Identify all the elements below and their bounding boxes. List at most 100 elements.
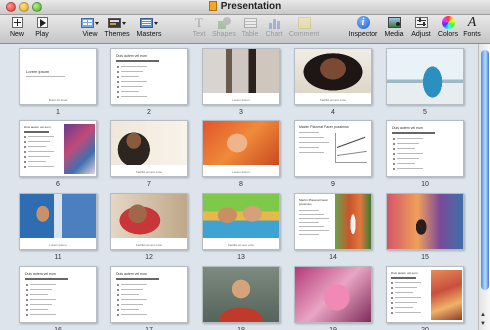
- play-button[interactable]: Play: [31, 16, 53, 43]
- slide-text-line: [299, 218, 329, 219]
- slide-thumbnail[interactable]: Facilisi at vero eros: [294, 48, 372, 105]
- slide-title-line: [25, 278, 69, 280]
- slide-cell[interactable]: Duis autem vel eum20: [386, 266, 464, 330]
- bullet-text-line: [30, 284, 56, 285]
- bullet-text-line: [121, 284, 147, 285]
- adjust-label: Adjust: [411, 31, 431, 38]
- slide-thumbnail[interactable]: [386, 48, 464, 105]
- keynote-window: Presentation New Play View Themes Master…: [0, 0, 490, 330]
- bullet-dot: [117, 314, 119, 316]
- slide-thumbnail[interactable]: Mazim Placerat Facer possimus: [294, 193, 372, 250]
- table-button[interactable]: Table: [239, 16, 261, 43]
- chart-button[interactable]: Chart: [263, 16, 285, 43]
- slide-thumbnail[interactable]: Mazim Placerat Facer possimus: [294, 120, 372, 177]
- slide-cell[interactable]: Duis autem vel eum 10: [386, 120, 464, 190]
- new-label: New: [9, 31, 24, 38]
- media-button[interactable]: Media: [382, 16, 406, 43]
- slide-thumbnail[interactable]: Facilisi at vero eros: [110, 120, 188, 177]
- scroll-down-icon[interactable]: ▼: [480, 321, 486, 328]
- bullet-text-line: [28, 136, 54, 137]
- new-button[interactable]: New: [6, 16, 28, 43]
- slide-thumbnail[interactable]: Duis autem vel eum: [110, 266, 188, 323]
- bullet-text-line: [121, 314, 147, 315]
- slide-thumbnail[interactable]: Lorem ipsum: [19, 193, 97, 250]
- slide-title-line: [392, 132, 436, 134]
- adjust-button[interactable]: Adjust: [408, 16, 434, 43]
- inspector-button[interactable]: i Inspector: [346, 16, 380, 43]
- slide-cell[interactable]: Facilisi at vero eros 7: [110, 120, 188, 190]
- slide-thumbnail[interactable]: Duis autem vel eum: [19, 266, 97, 323]
- bullet-text-line: [121, 71, 143, 72]
- slide-cell[interactable]: Facilisi at vero eros 12: [110, 193, 188, 263]
- colors-button[interactable]: Colors: [436, 16, 460, 43]
- shapes-label: Shapes: [212, 31, 236, 38]
- slide-thumbnail[interactable]: Duis autem vel eum: [386, 266, 464, 323]
- slide-text-line: [299, 234, 319, 235]
- bullet-text-line: [30, 304, 52, 305]
- slide-number: 13: [237, 254, 245, 261]
- slide-cell[interactable]: 18: [202, 266, 280, 330]
- bullet-text-line: [395, 302, 417, 303]
- fonts-button[interactable]: A Fonts: [461, 16, 483, 43]
- title-bar[interactable]: Presentation: [0, 0, 490, 15]
- slide-thumbnail[interactable]: Lorem ipsum Dolor sit amet: [19, 48, 97, 105]
- bullet-text-line: [30, 289, 52, 290]
- bullet-dot: [24, 151, 26, 153]
- slide-thumbnail[interactable]: Facilisi at vero eros: [202, 193, 280, 250]
- themes-button[interactable]: Themes: [104, 16, 130, 43]
- slide-cell[interactable]: Duis autem vel eum16: [19, 266, 97, 330]
- slide-cell[interactable]: Duis autem vel eum 2: [110, 48, 188, 118]
- slide-cell[interactable]: Facilisi at vero eros 4: [294, 48, 372, 118]
- masters-button[interactable]: Masters: [133, 16, 165, 43]
- bullet-dot: [24, 166, 26, 168]
- slide-thumbnail[interactable]: [202, 266, 280, 323]
- scroll-up-icon[interactable]: ▲: [480, 312, 486, 319]
- view-button[interactable]: View: [78, 16, 102, 43]
- slide-cell[interactable]: 15: [386, 193, 464, 263]
- shapes-button[interactable]: Shapes: [211, 16, 237, 43]
- slide-cell[interactable]: Lorem ipsum 11: [19, 193, 97, 263]
- slide-number: 8: [239, 181, 243, 188]
- bullet-dot: [117, 96, 119, 98]
- bullet-text-line: [121, 289, 143, 290]
- slide-cell[interactable]: Mazim Placerat Facer possimus 9: [294, 120, 372, 190]
- bullet-dot: [117, 91, 119, 93]
- slide-thumbnail[interactable]: [386, 193, 464, 250]
- slide-cell[interactable]: Lorem ipsum 3: [202, 48, 280, 118]
- slide-cell[interactable]: Duis autem vel eum17: [110, 266, 188, 330]
- info-icon: i: [356, 16, 371, 30]
- comment-button[interactable]: Comment: [287, 16, 321, 43]
- slide-photo: [335, 194, 371, 249]
- slide-cell[interactable]: Lorem ipsum 8: [202, 120, 280, 190]
- bullet-text-line: [121, 299, 147, 300]
- slide-number: 11: [54, 254, 62, 261]
- slide-caption: Facilisi at vero eros: [136, 243, 162, 247]
- slide-cell[interactable]: 5: [386, 48, 464, 118]
- bullet-dot: [26, 314, 28, 316]
- text-button[interactable]: T Text: [189, 16, 209, 43]
- slide-thumbnail[interactable]: Duis autem vel eum: [386, 120, 464, 177]
- slide-cell[interactable]: Mazim Placerat Facer possimus 14: [294, 193, 372, 263]
- slide-photo: [64, 124, 95, 174]
- slide-thumbnail[interactable]: Duis autem vel eum: [110, 48, 188, 105]
- slide-grid[interactable]: Lorem ipsum Dolor sit amet 1 Duis autem vel…: [0, 44, 478, 330]
- window-title: Presentation: [220, 1, 282, 12]
- slide-cell[interactable]: Lorem ipsum Dolor sit amet 1: [19, 48, 97, 118]
- slide-cell[interactable]: Facilisi at vero eros 13: [202, 193, 280, 263]
- slide-photo: [295, 49, 371, 93]
- slide-thumbnail[interactable]: Facilisi at vero eros: [110, 193, 188, 250]
- slide-thumbnail[interactable]: Lorem ipsum: [202, 120, 280, 177]
- slide-photo: [203, 267, 279, 322]
- vertical-scrollbar[interactable]: ▲ ▼: [478, 44, 490, 330]
- bullet-text-line: [397, 153, 423, 154]
- bullet-text-line: [28, 156, 50, 157]
- slide-thumbnail[interactable]: Duis autem vel eum: [19, 120, 97, 177]
- slide-text-line: [299, 137, 324, 138]
- slide-thumbnail[interactable]: Lorem ipsum: [202, 48, 280, 105]
- slide-thumbnail[interactable]: [294, 266, 372, 323]
- slide-cell[interactable]: 19: [294, 266, 372, 330]
- slide-cell[interactable]: Duis autem vel eum 6: [19, 120, 97, 190]
- inspector-label: Inspector: [348, 31, 378, 38]
- slide-number: 6: [56, 181, 60, 188]
- scroll-knob[interactable]: [481, 50, 489, 290]
